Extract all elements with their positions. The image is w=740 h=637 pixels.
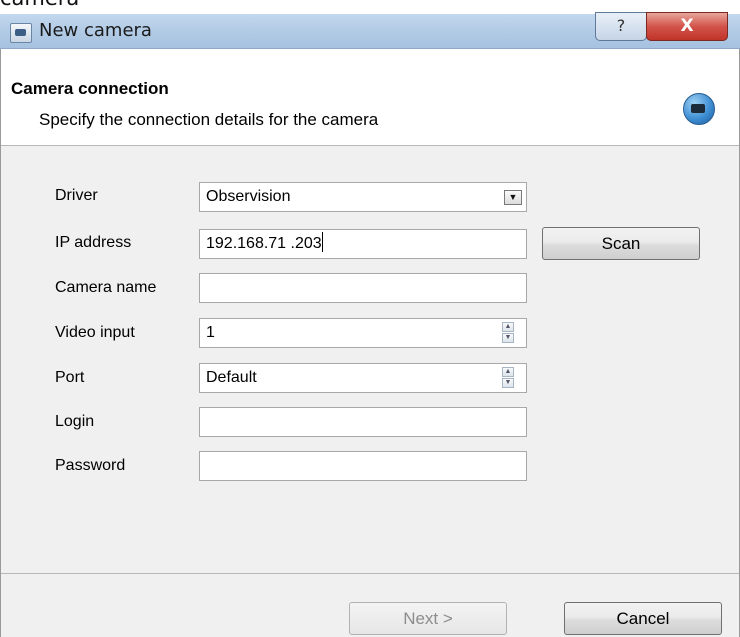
page-subtitle: Specify the connection details for the c… <box>39 110 379 129</box>
dialog-body: Camera connection Specify the connection… <box>0 49 740 637</box>
ip-address-label: IP address <box>55 234 132 251</box>
next-button[interactable]: Next > <box>349 602 507 635</box>
password-field[interactable] <box>199 451 527 481</box>
port-label: Port <box>55 369 85 386</box>
ip-address-value: 192.168.71 .203 <box>206 235 322 252</box>
login-label: Login <box>55 413 95 430</box>
driver-value: Observision <box>206 188 291 205</box>
close-button[interactable]: X <box>646 12 728 41</box>
camera-icon <box>683 93 715 125</box>
video-input-spinner[interactable]: ▲ ▼ <box>502 322 514 344</box>
app-camera-icon <box>10 23 32 43</box>
chevron-down-icon[interactable]: ▼ <box>504 190 522 205</box>
video-input-stepper[interactable]: 1 ▲ ▼ <box>199 318 527 348</box>
scan-button[interactable]: Scan <box>542 227 700 260</box>
spin-down-icon[interactable]: ▼ <box>502 378 514 388</box>
wizard-header: Camera connection Specify the connection… <box>1 49 739 146</box>
page-title: Camera connection <box>11 79 169 98</box>
camera-name-field[interactable] <box>199 273 527 303</box>
background-text-fragment: camera <box>0 0 740 9</box>
camera-name-label: Camera name <box>55 279 157 296</box>
text-cursor <box>321 232 323 252</box>
port-spinner[interactable]: ▲ ▼ <box>502 367 514 389</box>
port-stepper[interactable]: Default ▲ ▼ <box>199 363 527 393</box>
new-camera-dialog: New camera ? X Camera connection Specify… <box>0 12 740 637</box>
spin-up-icon[interactable]: ▲ <box>502 367 514 377</box>
password-label: Password <box>55 457 126 474</box>
video-input-value: 1 <box>206 324 215 341</box>
title-bar[interactable]: New camera ? X <box>0 12 740 49</box>
login-field[interactable] <box>199 407 527 437</box>
window-title: New camera <box>39 20 152 41</box>
video-input-label: Video input <box>55 324 135 341</box>
port-value: Default <box>206 369 257 386</box>
spin-up-icon[interactable]: ▲ <box>502 322 514 332</box>
help-button[interactable]: ? <box>595 12 647 41</box>
cancel-button[interactable]: Cancel <box>564 602 722 635</box>
spin-down-icon[interactable]: ▼ <box>502 333 514 343</box>
driver-label: Driver <box>55 187 98 204</box>
driver-dropdown[interactable]: Observision ▼ <box>199 182 527 212</box>
ip-address-field[interactable]: 192.168.71 .203 <box>199 229 527 259</box>
footer-divider <box>1 573 739 574</box>
